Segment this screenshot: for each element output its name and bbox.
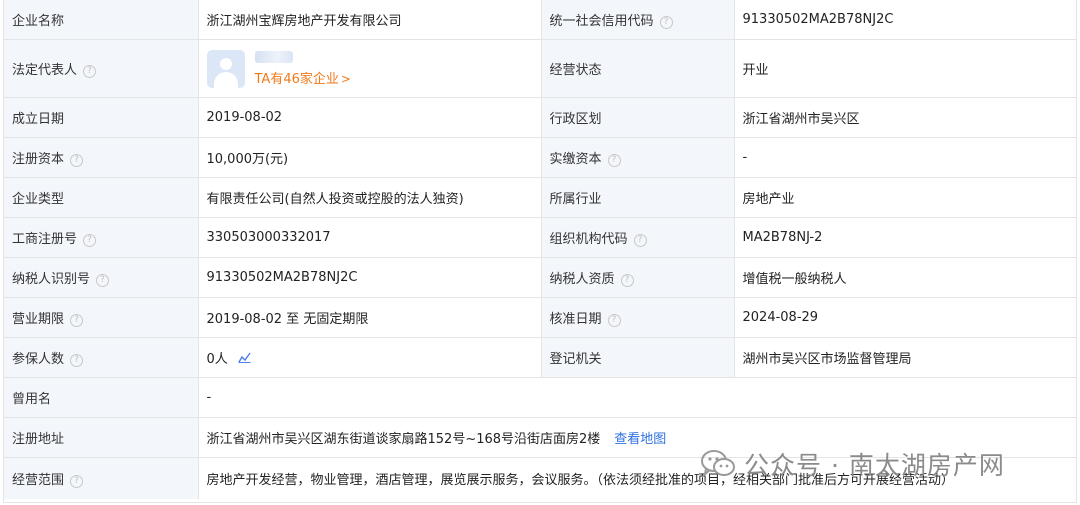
label-registration-authority: 登记机关: [540, 337, 735, 378]
company-info-table: 企业名称 浙江湖州宝辉房地产开发有限公司 统一社会信用代码? 91330502M…: [4, 0, 1076, 499]
value-former-name: -: [197, 377, 1076, 418]
table-row: 法定代表人? TA有46家企业 > 经营状态 开业: [4, 39, 1076, 98]
avatar-placeholder-icon[interactable]: [206, 49, 245, 88]
value-company-type: 有限责任公司(自然人投资或控股的法人独资): [197, 177, 542, 218]
value-region: 浙江省湖州市吴兴区: [733, 97, 1076, 138]
value-approval-date: 2024-08-29: [733, 297, 1076, 338]
trend-chart-icon[interactable]: [238, 352, 251, 367]
value-business-term: 2019-08-02 至 无固定期限: [197, 297, 542, 338]
value-company-name: 浙江湖州宝辉房地产开发有限公司: [197, 0, 542, 40]
value-industry: 房地产业: [733, 177, 1076, 218]
value-founded: 2019-08-02: [197, 97, 542, 138]
watermark: 公众号 · 南太湖房产网: [700, 446, 1005, 482]
label-founded: 成立日期: [4, 97, 199, 138]
rep-companies-link[interactable]: TA有46家企业 >: [255, 68, 351, 87]
label-credit-code: 统一社会信用代码?: [540, 0, 735, 40]
value-taxpayer-qualification: 增值税一般纳税人: [733, 257, 1076, 298]
table-row: 纳税人识别号? 91330502MA2B78NJ2C 纳税人资质? 增值税一般纳…: [4, 257, 1076, 298]
question-circle-icon[interactable]: ?: [659, 16, 673, 29]
label-taxpayer-id: 纳税人识别号?: [4, 257, 199, 298]
label-company-type: 企业类型: [4, 177, 199, 218]
value-registered-capital: 10,000万(元): [197, 137, 542, 178]
table-row: 工商注册号? 330503000332017 组织机构代码? MA2B78NJ-…: [4, 217, 1076, 258]
question-circle-icon[interactable]: ?: [607, 314, 621, 327]
table-row: 注册资本? 10,000万(元) 实缴资本? -: [4, 137, 1076, 178]
question-circle-icon[interactable]: ?: [70, 354, 84, 367]
label-business-term: 营业期限?: [4, 297, 199, 338]
question-circle-icon[interactable]: ?: [70, 314, 84, 327]
value-status: 开业: [733, 39, 1076, 98]
value-registration-authority: 湖州市吴兴区市场监督管理局: [733, 337, 1076, 378]
label-registration-number: 工商注册号?: [4, 217, 199, 258]
label-company-name: 企业名称: [4, 0, 199, 40]
label-taxpayer-qualification: 纳税人资质?: [540, 257, 735, 298]
question-circle-icon[interactable]: ?: [96, 274, 110, 287]
label-legal-rep: 法定代表人?: [4, 39, 199, 98]
label-address: 注册地址: [4, 417, 199, 458]
view-map-link[interactable]: 查看地图: [614, 432, 666, 447]
table-row: 曾用名 -: [4, 377, 1076, 418]
label-industry: 所属行业: [540, 177, 735, 218]
label-paid-capital: 实缴资本?: [540, 137, 735, 178]
question-circle-icon[interactable]: ?: [83, 65, 97, 78]
label-approval-date: 核准日期?: [540, 297, 735, 338]
table-row: 企业类型 有限责任公司(自然人投资或控股的法人独资) 所属行业 房地产业: [4, 177, 1076, 218]
label-region: 行政区划: [540, 97, 735, 138]
table-row: 成立日期 2019-08-02 行政区划 浙江省湖州市吴兴区: [4, 97, 1076, 138]
question-circle-icon[interactable]: ?: [620, 274, 634, 287]
value-credit-code: 91330502MA2B78NJ2C: [733, 0, 1076, 40]
wechat-icon: [701, 450, 735, 477]
table-row: 营业期限? 2019-08-02 至 无固定期限 核准日期? 2024-08-2…: [4, 297, 1076, 338]
value-legal-rep: TA有46家企业 >: [197, 39, 542, 98]
label-business-scope: 经营范围?: [4, 457, 199, 499]
company-info-table-frame: 企业名称 浙江湖州宝辉房地产开发有限公司 统一社会信用代码? 91330502M…: [3, 0, 1077, 503]
label-status: 经营状态: [540, 39, 735, 98]
question-circle-icon[interactable]: ?: [70, 154, 84, 167]
table-row: 企业名称 浙江湖州宝辉房地产开发有限公司 统一社会信用代码? 91330502M…: [4, 0, 1076, 40]
value-paid-capital: -: [733, 137, 1076, 178]
value-taxpayer-id: 91330502MA2B78NJ2C: [197, 257, 542, 298]
value-insured-count: 0人: [197, 337, 542, 378]
question-circle-icon[interactable]: ?: [83, 234, 97, 247]
label-former-name: 曾用名: [4, 377, 199, 418]
question-circle-icon[interactable]: ?: [607, 154, 621, 167]
chevron-right-icon: >: [340, 71, 351, 86]
value-org-code: MA2B78NJ-2: [733, 217, 1076, 258]
value-registration-number: 330503000332017: [197, 217, 542, 258]
label-insured-count: 参保人数?: [4, 337, 199, 378]
label-org-code: 组织机构代码?: [540, 217, 735, 258]
watermark-text: 公众号 · 南太湖房产网: [744, 451, 1005, 480]
blurred-rep-name[interactable]: [254, 50, 293, 63]
question-circle-icon[interactable]: ?: [633, 234, 647, 247]
table-row: 参保人数? 0人 登记机关 湖州市吴兴区市场监督管理局: [4, 337, 1076, 378]
label-registered-capital: 注册资本?: [4, 137, 199, 178]
question-circle-icon[interactable]: ?: [70, 475, 84, 488]
